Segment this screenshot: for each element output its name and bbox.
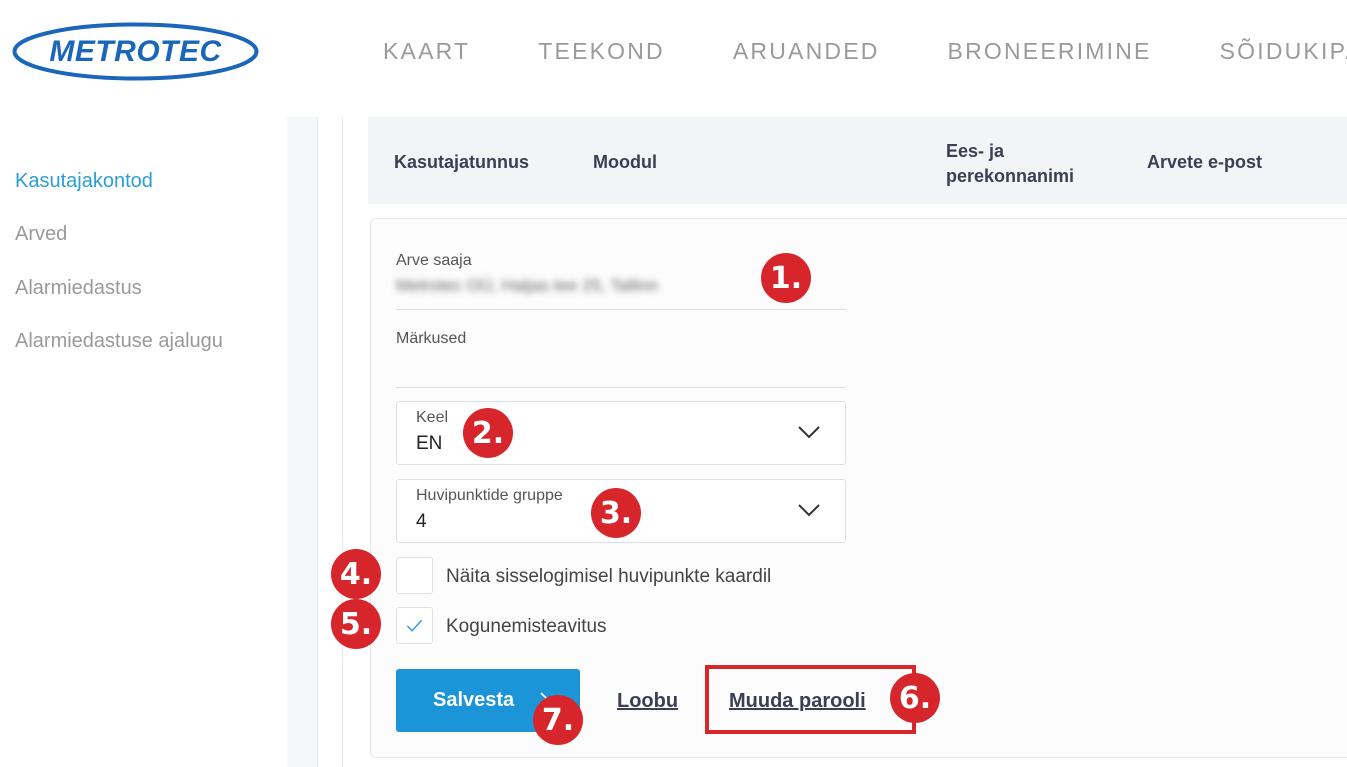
highlight-box	[705, 665, 916, 734]
notes-underline	[396, 387, 846, 388]
cancel-link[interactable]: Loobu	[617, 690, 678, 713]
table-header: Kasutajatunnus Moodul Ees- ja perekonnan…	[368, 117, 1347, 204]
gathering-notice-checkbox[interactable]	[396, 607, 433, 644]
nav-aruanded[interactable]: ARUANDED	[733, 38, 880, 65]
nav-soidukipark[interactable]: SÕIDUKIPARK	[1220, 38, 1347, 65]
annotation-marker-2: 2.	[463, 408, 513, 458]
column-header-name[interactable]: Ees- ja perekonnanimi	[946, 139, 1074, 189]
column-header-name-line2: perekonnanimi	[946, 166, 1075, 186]
save-button-label: Salvesta	[433, 689, 515, 711]
sidebar-item-kasutajakontod[interactable]: Kasutajakontod	[15, 170, 153, 193]
sidebar-item-alarmiedastuse-ajalugu[interactable]: Alarmiedastuse ajalugu	[15, 330, 223, 353]
sidebar-item-arved[interactable]: Arved	[15, 223, 67, 246]
nav-broneerimine[interactable]: BRONEERIMINE	[948, 38, 1152, 65]
annotation-marker-3: 3.	[591, 488, 641, 538]
column-header-kasutajatunnus[interactable]: Kasutajatunnus	[394, 152, 529, 173]
recipient-label: Arve saaja	[396, 252, 472, 269]
poi-group-value: 4	[416, 511, 427, 532]
nav-teekond[interactable]: TEEKOND	[538, 38, 665, 65]
notes-label: Märkused	[396, 330, 467, 347]
notes-input[interactable]	[396, 352, 846, 386]
gathering-notice-label[interactable]: Kogunemisteavitus	[446, 616, 607, 638]
sidebar: Kasutajakontod Arved Alarmiedastus Alarm…	[0, 117, 287, 767]
recipient-underline	[396, 309, 846, 310]
annotation-marker-7: 7.	[533, 695, 583, 745]
gutter-divider	[287, 117, 317, 767]
content-divider	[342, 117, 343, 767]
column-header-name-line1: Ees- ja	[946, 141, 1005, 161]
column-header-moodul[interactable]: Moodul	[593, 152, 657, 173]
poi-group-label: Huvipunktide gruppe	[416, 487, 563, 504]
annotation-marker-6: 6.	[890, 673, 940, 723]
language-label: Keel	[416, 409, 449, 426]
top-header: METROTEC KAART TEEKOND ARUANDED BRONEERI…	[0, 0, 1347, 117]
metrotec-logo[interactable]: METROTEC	[12, 22, 259, 81]
language-value: EN	[416, 433, 443, 454]
logo-text: METROTEC	[49, 34, 222, 68]
show-poi-checkbox[interactable]	[396, 557, 433, 594]
recipient-value[interactable]: Metrotec OÜ, Haljas tee 25, Tallinn	[396, 276, 746, 298]
annotation-marker-5: 5.	[331, 599, 381, 649]
chevron-down-icon	[798, 504, 820, 517]
chevron-down-icon	[798, 426, 820, 439]
checkmark-icon	[406, 619, 423, 632]
sidebar-item-alarmiedastus[interactable]: Alarmiedastus	[15, 277, 142, 300]
top-navigation: KAART TEEKOND ARUANDED BRONEERIMINE SÕID…	[383, 38, 1347, 65]
annotation-marker-4: 4.	[331, 549, 381, 599]
show-poi-label[interactable]: Näita sisselogimisel huvipunkte kaardil	[446, 566, 771, 588]
column-header-arvete-epost[interactable]: Arvete e-post	[1147, 152, 1262, 173]
nav-kaart[interactable]: KAART	[383, 38, 470, 65]
annotation-marker-1: 1.	[761, 253, 811, 303]
